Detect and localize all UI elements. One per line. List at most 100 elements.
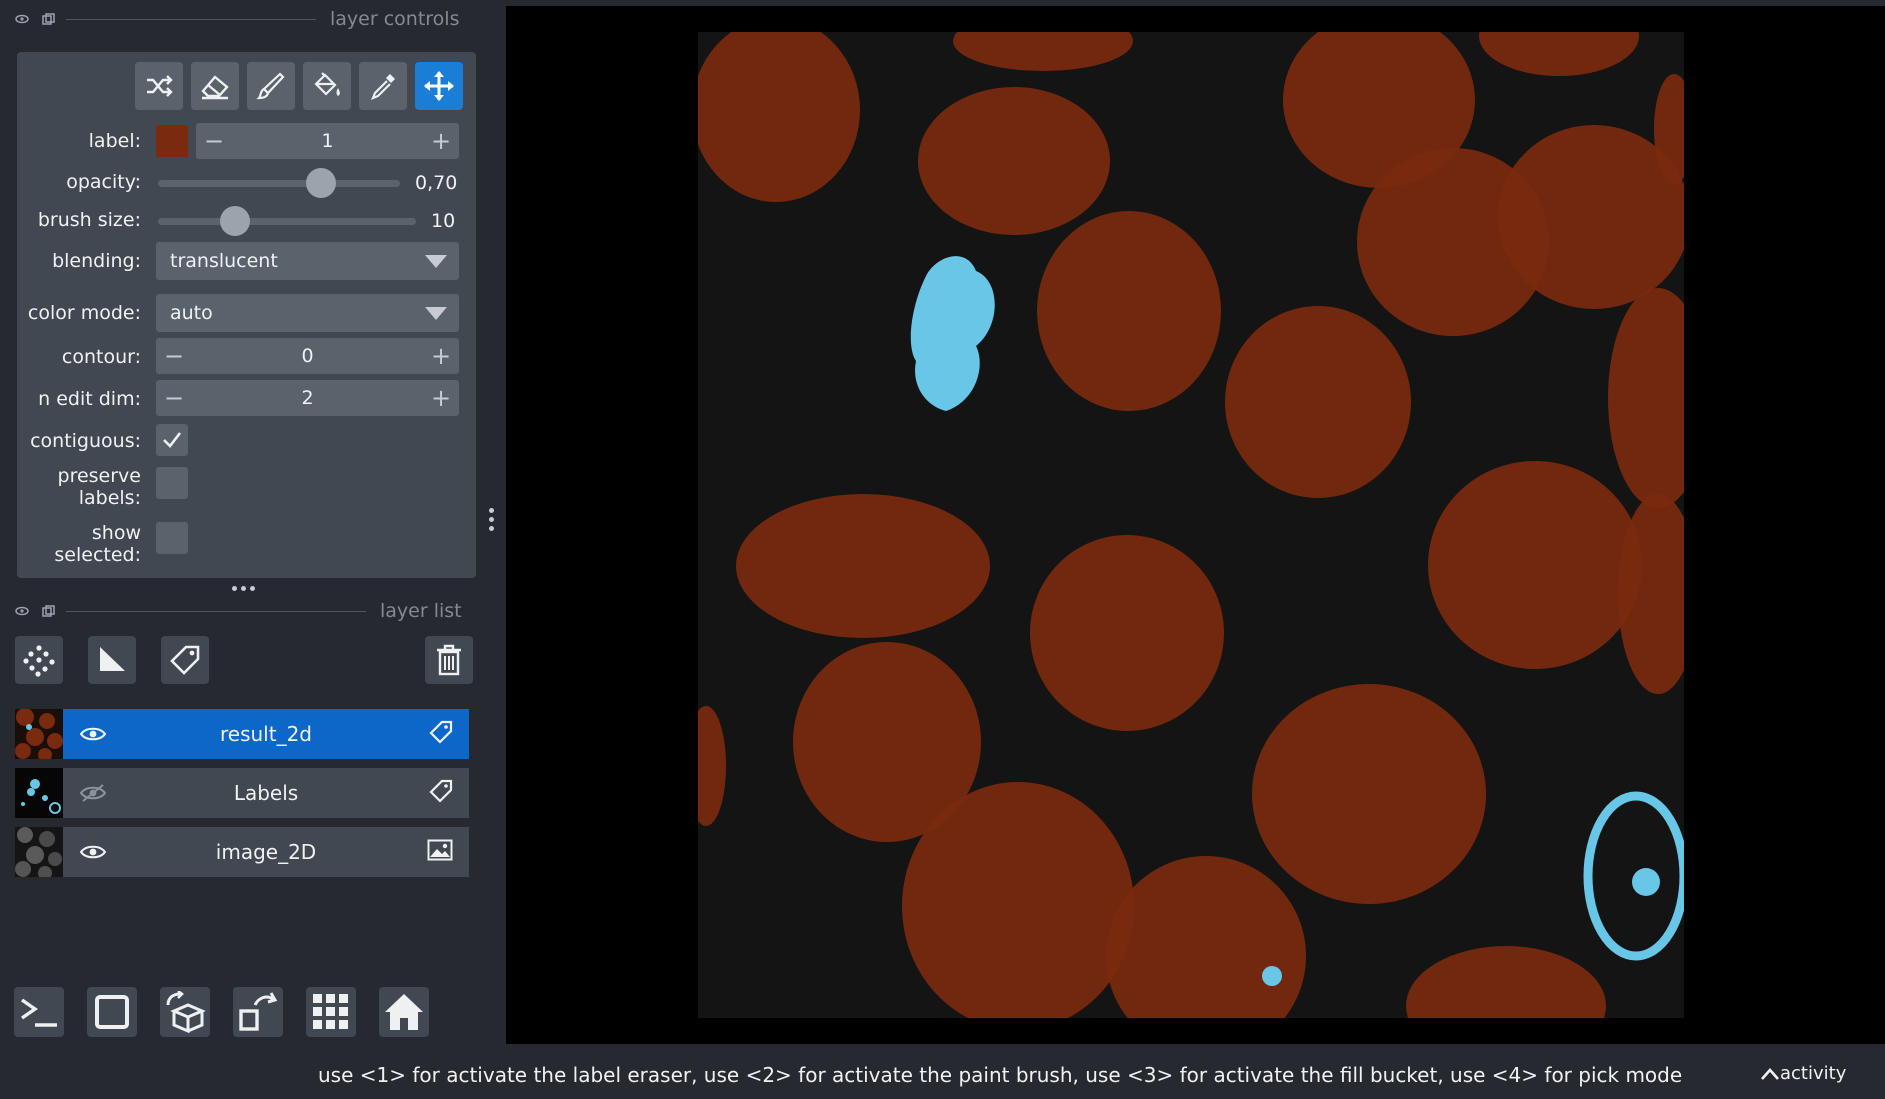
label-tag-icon — [429, 779, 453, 807]
color-mode-label: color mode: — [27, 302, 141, 324]
show-selected-line2: selected: — [54, 544, 141, 566]
contour-spinbox[interactable]: − 0 + — [156, 338, 459, 374]
brush-size-slider-handle[interactable] — [219, 206, 250, 236]
image-icon — [427, 839, 453, 865]
roll-dims-button[interactable] — [160, 987, 210, 1037]
increment-icon[interactable]: + — [423, 342, 459, 370]
opacity-slider-handle[interactable] — [306, 168, 337, 198]
new-shapes-layer-button[interactable] — [88, 636, 136, 684]
opacity-slider[interactable] — [158, 180, 400, 187]
n-edit-dim-label: n edit dim: — [38, 388, 141, 410]
decrement-icon[interactable]: − — [156, 342, 192, 370]
console-icon — [21, 998, 57, 1027]
close-panel-icon[interactable] — [40, 604, 56, 618]
layer-name: result_2d — [219, 722, 312, 746]
blending-value: translucent — [170, 250, 278, 272]
float-panel-icon[interactable] — [14, 604, 30, 618]
color-picker-icon — [371, 74, 395, 100]
chevron-up-icon — [1761, 1067, 1779, 1080]
layer-thumbnail — [15, 827, 63, 877]
preserve-labels-checkbox[interactable] — [156, 467, 188, 499]
eraser-icon — [201, 75, 229, 100]
close-panel-icon[interactable] — [40, 12, 56, 26]
label-tag-icon — [429, 720, 453, 748]
layer-name: image_2D — [215, 840, 317, 864]
color-picker-button[interactable] — [359, 62, 407, 110]
contour-value: 0 — [301, 345, 314, 367]
layer-name: Labels — [233, 781, 299, 805]
eraser-button[interactable] — [191, 62, 239, 110]
new-points-layer-button[interactable] — [15, 636, 63, 684]
n-edit-dim-value: 2 — [301, 387, 314, 409]
n-edit-dim-spinbox[interactable]: − 2 + — [156, 380, 459, 416]
contour-label: contour: — [61, 346, 141, 368]
layer-thumbnail — [15, 709, 63, 759]
visibility-toggle[interactable] — [63, 784, 123, 802]
splitter-handle[interactable] — [489, 508, 494, 531]
decrement-icon[interactable]: − — [196, 127, 232, 155]
status-message: use <1> for activate the label eraser, u… — [318, 1063, 1683, 1087]
grid-mode-button[interactable] — [306, 987, 356, 1037]
new-shapes-layer-icon — [100, 647, 125, 671]
contiguous-label: contiguous: — [30, 430, 141, 452]
layer-controls-panel: label: − 1 + opacity: 0,70 brush size: 1… — [17, 52, 476, 578]
canvas-image — [698, 32, 1684, 1018]
checkmark-icon — [163, 432, 182, 448]
increment-icon[interactable]: + — [423, 127, 459, 155]
shuffle-colors-button[interactable] — [135, 62, 183, 110]
new-labels-layer-icon — [170, 645, 200, 675]
opacity-label: opacity: — [66, 171, 141, 193]
shuffle-icon — [147, 75, 173, 97]
pan-zoom-button[interactable] — [415, 62, 463, 110]
color-mode-select[interactable]: auto — [156, 294, 459, 332]
layer-thumbnail — [15, 768, 63, 818]
activity-button[interactable]: activity — [1760, 1063, 1846, 1084]
paint-brush-button[interactable] — [247, 62, 295, 110]
layer-list-title: layer list — [380, 600, 462, 622]
label-value: 1 — [321, 130, 334, 152]
toggle-ndisplay-button[interactable] — [87, 987, 137, 1037]
layer-row-result-2d[interactable]: result_2d — [15, 709, 469, 759]
eye-icon — [80, 727, 106, 741]
eye-hidden-icon — [80, 784, 106, 802]
layer-list-header: layer list — [14, 600, 462, 622]
visibility-toggle[interactable] — [63, 726, 123, 742]
delete-layer-button[interactable] — [425, 636, 473, 684]
new-points-layer-icon — [23, 645, 55, 677]
blending-label: blending: — [52, 250, 141, 272]
contiguous-checkbox[interactable] — [156, 424, 188, 456]
label-spinbox[interactable]: − 1 + — [196, 123, 459, 159]
layer-row-labels[interactable]: Labels — [15, 768, 469, 818]
home-icon — [385, 994, 423, 1030]
viewer-canvas[interactable] — [506, 6, 1885, 1044]
pan-zoom-move-icon — [424, 71, 454, 101]
fill-bucket-button[interactable] — [303, 62, 351, 110]
new-labels-layer-button[interactable] — [161, 636, 209, 684]
transpose-icon — [239, 992, 278, 1031]
brush-size-label: brush size: — [37, 209, 141, 231]
increment-icon[interactable]: + — [423, 384, 459, 412]
float-panel-icon[interactable] — [14, 12, 30, 26]
eye-icon — [80, 845, 106, 859]
show-selected-checkbox[interactable] — [156, 522, 188, 554]
delete-layer-icon — [437, 644, 461, 676]
preserve-labels-label: preserve labels: — [58, 465, 141, 509]
decrement-icon[interactable]: − — [156, 384, 192, 412]
visibility-toggle[interactable] — [63, 844, 123, 860]
blending-select[interactable]: translucent — [156, 242, 459, 280]
chevron-down-icon — [425, 254, 447, 268]
console-button[interactable] — [14, 987, 64, 1037]
dock-resize-handle[interactable] — [232, 586, 255, 591]
brush-size-slider[interactable] — [158, 218, 416, 225]
roll-dims-icon — [166, 991, 206, 1033]
show-selected-line1: show — [91, 522, 141, 544]
show-selected-label: show selected: — [54, 522, 141, 566]
layer-row-image-2d[interactable]: image_2D — [15, 827, 469, 877]
brush-size-value: 10 — [431, 210, 456, 232]
layer-controls-title: layer controls — [330, 8, 460, 30]
preserve-labels-line2: labels: — [78, 487, 141, 509]
transpose-button[interactable] — [233, 987, 283, 1037]
label-color-swatch[interactable] — [156, 125, 188, 157]
label-label: label: — [88, 130, 141, 152]
home-button[interactable] — [379, 987, 429, 1037]
